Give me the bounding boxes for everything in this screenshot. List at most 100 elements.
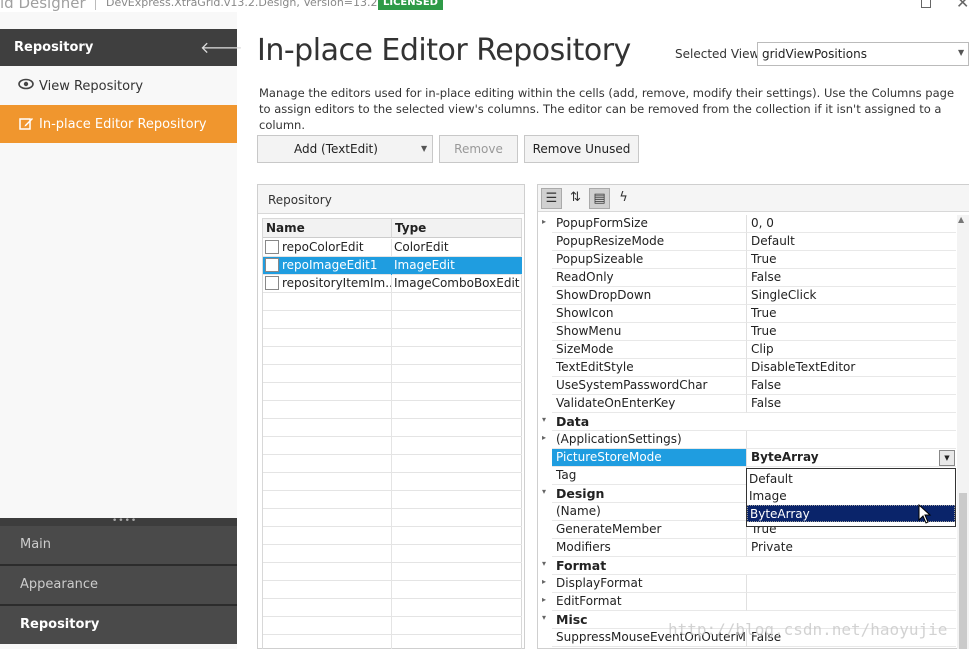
property-row[interactable]: ▸ EditFormat [538, 593, 956, 611]
property-row[interactable]: ShowMenu True [538, 323, 956, 341]
property-value[interactable] [747, 431, 956, 449]
empty-table-row[interactable] [263, 563, 522, 581]
property-row[interactable]: ValidateOnEnterKey False [538, 395, 956, 413]
dropdown-option[interactable]: Default [747, 471, 955, 488]
property-row[interactable]: TextEditStyle DisableTextEditor [538, 359, 956, 377]
properties-icon[interactable]: ▤ [589, 188, 610, 209]
empty-table-row[interactable] [263, 635, 522, 649]
sidebar-group-repository[interactable]: Repository [0, 606, 237, 644]
property-value[interactable]: 0, 0 [747, 215, 956, 233]
property-category-row[interactable]: ▾ Data [538, 413, 956, 431]
property-row[interactable]: ShowDropDown SingleClick [538, 287, 956, 305]
property-value[interactable]: False [747, 395, 956, 413]
sidebar-group-main[interactable]: Main [0, 526, 237, 564]
empty-table-row[interactable] [263, 581, 522, 599]
property-row[interactable]: PopupResizeMode Default [538, 233, 956, 251]
column-header-type[interactable]: Type [392, 219, 522, 238]
property-value[interactable]: True [747, 251, 956, 269]
close-icon[interactable]: ✕ [956, 0, 969, 12]
table-row[interactable]: repoImageEdit1 ImageEdit [263, 257, 522, 275]
scrollbar-thumb[interactable] [959, 493, 967, 649]
property-value[interactable]: Clip [747, 341, 956, 359]
empty-table-row[interactable] [263, 473, 522, 491]
name-cell [263, 329, 392, 347]
property-row[interactable]: PopupSizeable True [538, 251, 956, 269]
name-cell: repositoryItemIm... [263, 275, 392, 293]
property-value[interactable]: ByteArray ▼ [747, 449, 956, 467]
property-value[interactable]: True [747, 305, 956, 323]
property-row[interactable]: ▸ (ApplicationSettings) [538, 431, 956, 449]
property-row[interactable]: UseSystemPasswordChar False [538, 377, 956, 395]
sidebar-splitter[interactable]: •••• [0, 516, 237, 526]
expand-icon[interactable]: ▸ [542, 217, 552, 226]
property-grid-scrollbar[interactable]: ▲ [957, 215, 969, 649]
type-cell [392, 491, 522, 509]
selected-view-combo[interactable]: gridViewPositions ▼ [757, 42, 969, 66]
table-row[interactable]: repoColorEdit ColorEdit [263, 239, 522, 257]
table-row[interactable]: repositoryItemIm... ImageComboBoxEdit [263, 275, 522, 293]
empty-table-row[interactable] [263, 455, 522, 473]
property-value[interactable]: False [747, 269, 956, 287]
property-row[interactable]: ▸ PopupFormSize 0, 0 [538, 215, 956, 233]
property-value[interactable]: False [747, 377, 956, 395]
type-cell [392, 473, 522, 491]
empty-table-row[interactable] [263, 329, 522, 347]
type-cell [392, 401, 522, 419]
events-lightning-icon[interactable]: ϟ [613, 188, 634, 209]
empty-table-row[interactable] [263, 347, 522, 365]
remove-unused-button[interactable]: Remove Unused [524, 135, 639, 163]
property-row[interactable]: PictureStoreMode ByteArray ▼ [538, 449, 956, 467]
property-value[interactable]: True [747, 323, 956, 341]
property-value[interactable] [747, 593, 956, 611]
property-value[interactable]: DisableTextEditor [747, 359, 956, 377]
remove-button[interactable]: Remove [439, 135, 518, 163]
group-label: Main [20, 537, 52, 552]
dropdown-arrow-icon[interactable]: ▼ [421, 136, 427, 162]
sort-alphabetical-icon[interactable]: ⇅ [565, 188, 586, 209]
empty-table-row[interactable] [263, 545, 522, 563]
empty-table-row[interactable] [263, 311, 522, 329]
property-value[interactable]: Private [747, 539, 956, 557]
categorized-icon[interactable]: ☰ [541, 188, 562, 209]
empty-table-row[interactable] [263, 365, 522, 383]
sidebar-item-view-repository[interactable]: View Repository [0, 67, 237, 105]
property-category-row[interactable]: ▾ Format [538, 557, 956, 575]
type-cell [392, 311, 522, 329]
collapse-icon[interactable]: ▾ [542, 487, 552, 496]
empty-table-row[interactable] [263, 599, 522, 617]
property-value[interactable] [747, 575, 956, 593]
property-row[interactable]: ReadOnly False [538, 269, 956, 287]
empty-table-row[interactable] [263, 401, 522, 419]
collapse-icon[interactable]: ▾ [542, 613, 552, 622]
property-row[interactable]: SizeMode Clip [538, 341, 956, 359]
property-row[interactable]: ShowIcon True [538, 305, 956, 323]
collapse-icon[interactable]: ▾ [542, 559, 552, 568]
collapse-icon[interactable]: ▾ [542, 415, 552, 424]
expand-icon[interactable]: ▸ [542, 577, 552, 586]
editor-name: repoImageEdit1 [282, 258, 378, 272]
empty-table-row[interactable] [263, 617, 522, 635]
sidebar-item-inplace-editor-repository[interactable]: In-place Editor Repository [0, 105, 237, 143]
expand-icon[interactable]: ▸ [542, 433, 552, 442]
empty-table-row[interactable] [263, 437, 522, 455]
column-header-name[interactable]: Name [263, 219, 392, 238]
empty-table-row[interactable] [263, 509, 522, 527]
property-row[interactable]: Modifiers Private [538, 539, 956, 557]
dropdown-option[interactable]: Image [747, 488, 955, 505]
empty-table-row[interactable] [263, 383, 522, 401]
empty-table-row[interactable] [263, 293, 522, 311]
empty-table-row[interactable] [263, 419, 522, 437]
sidebar-group-appearance[interactable]: Appearance [0, 566, 237, 604]
add-editor-button[interactable]: Add (TextEdit) ▼ [257, 135, 433, 163]
property-row[interactable]: ▸ DisplayFormat [538, 575, 956, 593]
empty-table-row[interactable] [263, 491, 522, 509]
back-arrow-icon[interactable]: 🡐 [200, 37, 243, 57]
property-value[interactable]: Default [747, 233, 956, 251]
scroll-up-icon[interactable]: ▲ [958, 215, 964, 224]
type-cell [392, 455, 522, 473]
property-value[interactable]: SingleClick [747, 287, 956, 305]
dropdown-button-icon[interactable]: ▼ [939, 450, 955, 466]
empty-table-row[interactable] [263, 527, 522, 545]
expand-icon[interactable]: ▸ [542, 595, 552, 604]
maximize-icon[interactable] [921, 0, 931, 8]
